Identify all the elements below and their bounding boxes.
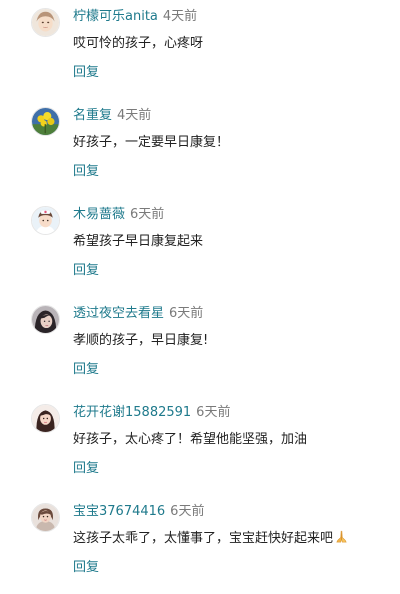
comment-text: 这孩子太乖了，太懂事了，宝宝赶快好起来吧 [73, 531, 334, 546]
username[interactable]: 柠檬可乐anita [73, 9, 158, 24]
comment-item: 木易蔷薇 6天前 希望孩子早日康复起来 回复 [0, 198, 400, 297]
comment-item: 柠檬可乐anita 4天前 哎可怜的孩子，心疼呀 回复 [0, 0, 400, 99]
reply-button[interactable]: 回复 [73, 163, 99, 181]
comment-text: 孝顺的孩子，早日康复! [73, 333, 209, 348]
timestamp: 6天前 [170, 504, 205, 519]
reply-button[interactable]: 回复 [73, 559, 99, 577]
reply-button[interactable]: 回复 [73, 262, 99, 280]
comment-item: 名重复 4天前 好孩子，一定要早日康复！ 回复 [0, 99, 400, 198]
avatar-nurse-cap-icon[interactable] [31, 206, 60, 235]
comment-text: 好孩子，太心疼了！希望他能坚强，加油 [73, 432, 308, 447]
username[interactable]: 名重复 [73, 108, 112, 123]
reply-button[interactable]: 回复 [73, 64, 99, 82]
comment-meta: 名重复 4天前 [73, 107, 151, 125]
comment-item: 透过夜空去看星 6天前 孝顺的孩子，早日康复! 回复 [0, 297, 400, 396]
praying-hands-icon [334, 529, 349, 544]
username[interactable]: 宝宝37674416 [73, 504, 165, 519]
comment-meta: 花开花谢15882591 6天前 [73, 404, 230, 422]
avatar-girl-pale-icon[interactable] [31, 8, 60, 37]
comment-item: 花开花谢15882591 6天前 好孩子，太心疼了！希望他能坚强，加油 回复 [0, 396, 400, 495]
comment-meta: 木易蔷薇 6天前 [73, 206, 164, 224]
comment-item: 宝宝37674416 6天前 这孩子太乖了，太懂事了，宝宝赶快好起来吧 回复 [0, 495, 400, 594]
comment-meta: 柠檬可乐anita 4天前 [73, 8, 197, 26]
avatar-long-hair-icon[interactable] [31, 404, 60, 433]
timestamp: 4天前 [117, 108, 152, 123]
comment-text: 希望孩子早日康复起来 [73, 234, 204, 249]
reply-button[interactable]: 回复 [73, 361, 99, 379]
avatar-woman-icon[interactable] [31, 503, 60, 532]
comment-text: 哎可怜的孩子，心疼呀 [73, 36, 204, 51]
timestamp: 6天前 [169, 306, 204, 321]
avatar-yellow-flowers-icon[interactable] [31, 107, 60, 136]
timestamp: 6天前 [130, 207, 165, 222]
username[interactable]: 木易蔷薇 [73, 207, 125, 222]
comment-meta: 透过夜空去看星 6天前 [73, 305, 203, 323]
timestamp: 4天前 [162, 9, 198, 24]
timestamp: 6天前 [196, 405, 231, 420]
comment-text-row: 这孩子太乖了，太懂事了，宝宝赶快好起来吧 [73, 529, 349, 549]
comment-meta: 宝宝37674416 6天前 [73, 503, 204, 521]
comment-text: 好孩子，一定要早日康复！ [73, 135, 230, 150]
reply-button[interactable]: 回复 [73, 460, 99, 478]
avatar-dark-hair-icon[interactable] [31, 305, 60, 334]
comment-list: 柠檬可乐anita 4天前 哎可怜的孩子，心疼呀 回复 名重复 4天前 好孩子，一定… [0, 0, 400, 580]
username[interactable]: 花开花谢15882591 [73, 405, 191, 420]
username[interactable]: 透过夜空去看星 [73, 306, 164, 321]
